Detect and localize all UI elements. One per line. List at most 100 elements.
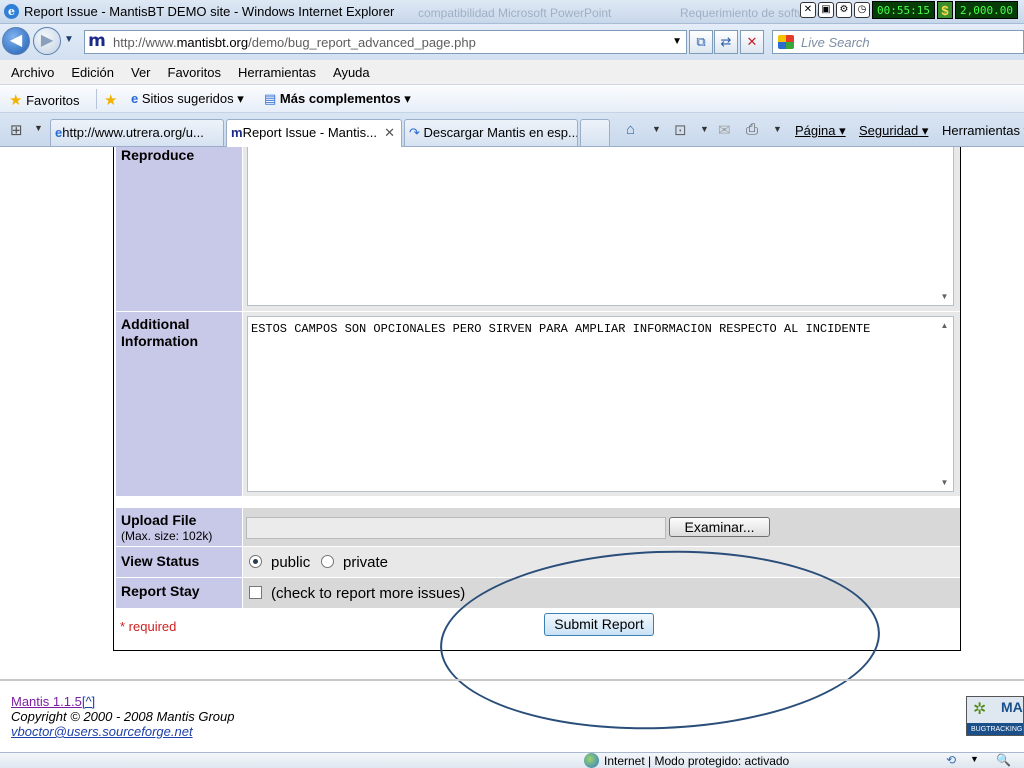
report-stay-checkbox[interactable] xyxy=(249,586,262,599)
quick-tabs-icon[interactable]: ⊞ xyxy=(10,121,23,139)
status-bar: Internet | Modo protegido: activado ⟲ ▼ … xyxy=(0,752,1024,768)
internet-zone-icon xyxy=(584,753,599,768)
menu-favoritos[interactable]: Favoritos xyxy=(168,65,221,80)
additional-scrollbar[interactable]: ▲ ▼ xyxy=(936,317,953,491)
steps-scrollbar[interactable]: ▼ xyxy=(936,147,953,305)
network-icon[interactable]: ▣ xyxy=(818,2,834,18)
address-dropdown-icon[interactable]: ▼ xyxy=(672,36,682,47)
print-dropdown-icon[interactable]: ▼ xyxy=(773,124,782,134)
favorites-button[interactable]: ★ Favoritos xyxy=(9,91,80,109)
star-icon: ★ xyxy=(9,92,23,109)
menu-bar: Archivo Edición Ver Favoritos Herramient… xyxy=(0,60,1024,85)
forward-button[interactable]: ▶ xyxy=(33,27,61,55)
background-window-title: Microsoft PowerPoint xyxy=(498,6,612,20)
upload-row: Upload File (Max. size: 102k) Examinar..… xyxy=(115,508,960,546)
refresh-icon[interactable]: ⇄ xyxy=(714,30,738,54)
protected-mode-icon[interactable]: ⟲ xyxy=(946,753,956,767)
suggested-sites-button[interactable]: e Sitios sugeridos ▾ xyxy=(131,91,244,107)
logo-strip: BUGTRACKING xyxy=(967,723,1023,735)
ie-icon: e xyxy=(4,4,19,19)
additional-textarea[interactable]: ESTOS CAMPOS SON OPCIONALES PERO SIRVEN … xyxy=(247,316,954,492)
home-dropdown-icon[interactable]: ▼ xyxy=(652,124,661,134)
gadget-icon[interactable]: ⚙ xyxy=(836,2,852,18)
tab-row: ⊞ ▼ ehttp://www.utrera.org/u... mReport … xyxy=(0,113,1024,147)
top-link[interactable]: [^] xyxy=(82,694,95,709)
feeds-dropdown-icon[interactable]: ▼ xyxy=(700,124,709,134)
history-dropdown-icon[interactable]: ▼ xyxy=(64,34,74,45)
new-tab-button[interactable] xyxy=(580,119,610,146)
addons-button[interactable]: ▤ Más complementos ▾ xyxy=(264,91,411,107)
copyright-text: Copyright © 2000 - 2008 Mantis Group xyxy=(11,709,235,724)
contact-email-link[interactable]: vboctor@users.sourceforge.net xyxy=(11,724,234,739)
add-favorite-icon[interactable]: ★ xyxy=(104,91,117,109)
feeds-icon[interactable]: ⊡ xyxy=(674,121,687,139)
menu-ayuda[interactable]: Ayuda xyxy=(333,65,370,80)
upload-max-size: (Max. size: 102k) xyxy=(121,529,213,543)
compatibility-view-icon[interactable]: ⧉ xyxy=(689,30,713,54)
menu-archivo[interactable]: Archivo xyxy=(11,65,54,80)
dollar-icon: $ xyxy=(936,1,953,19)
tab-descargar-mantis[interactable]: ↷ Descargar Mantis en esp... xyxy=(404,119,578,146)
browse-button[interactable]: Examinar... xyxy=(669,517,770,537)
stop-icon[interactable]: ✕ xyxy=(740,30,764,54)
menu-herramientas[interactable]: Herramientas xyxy=(238,65,316,80)
report-stay-row: Report Stay (check to report more issues… xyxy=(115,578,960,608)
counter-display: 2,000.00 xyxy=(954,1,1018,19)
tray-widgets: ✕ ▣ ⚙ ◷ 00:55:15 $ 2,000.00 xyxy=(800,1,1018,19)
public-radio[interactable] xyxy=(249,555,262,568)
tab-list-dropdown-icon[interactable]: ▼ xyxy=(34,123,43,133)
close-tab-icon[interactable]: ✕ xyxy=(384,125,395,141)
search-placeholder[interactable]: Live Search xyxy=(801,35,870,50)
footer-divider xyxy=(0,679,1024,681)
menu-edicion[interactable]: Edición xyxy=(71,65,114,80)
address-url[interactable]: http://www.mantisbt.org/demo/bug_report_… xyxy=(113,35,476,50)
tools-menu[interactable]: Herramientas ▾ xyxy=(942,123,1024,139)
page-menu[interactable]: Página ▾ xyxy=(795,123,846,139)
upload-label-cell: Upload File (Max. size: 102k) xyxy=(116,508,242,546)
timer-display: 00:55:15 xyxy=(872,1,935,19)
report-form: Steps To Reproduce ▼ Additional Informat… xyxy=(113,147,961,651)
steps-field: ▼ xyxy=(243,147,960,311)
submit-report-button[interactable]: Submit Report xyxy=(544,613,654,636)
required-note: * required xyxy=(120,619,177,634)
home-icon[interactable]: ⌂ xyxy=(626,121,635,138)
close-circle-icon[interactable]: ✕ xyxy=(800,2,816,18)
print-icon[interactable]: ⎙ xyxy=(746,121,758,138)
address-row: ◀ ▶ ▼ m http://www.mantisbt.org/demo/bug… xyxy=(0,24,1024,60)
view-status-row: View Status public private xyxy=(115,547,960,577)
version-link[interactable]: Mantis 1.1.5 xyxy=(11,694,82,709)
public-label: public xyxy=(271,554,311,571)
private-label: private xyxy=(343,554,389,571)
report-stay-label: Report Stay xyxy=(116,578,242,608)
address-bar[interactable]: m http://www.mantisbt.org/demo/bug_repor… xyxy=(84,30,687,54)
additional-field: ESTOS CAMPOS SON OPCIONALES PERO SIRVEN … xyxy=(243,312,960,496)
zoom-dropdown-icon[interactable]: ▼ xyxy=(970,754,979,764)
back-button[interactable]: ◀ xyxy=(2,27,30,55)
security-menu[interactable]: Seguridad ▾ xyxy=(859,123,928,139)
mail-icon[interactable]: ✉ xyxy=(718,121,731,139)
steps-label: Steps To Reproduce xyxy=(116,147,242,311)
footer: Mantis 1.1.5[^] Copyright © 2000 - 2008 … xyxy=(11,694,234,739)
page-content: Steps To Reproduce ▼ Additional Informat… xyxy=(0,147,1024,752)
tab-report-issue[interactable]: mReport Issue - Mantis... ✕ xyxy=(226,119,402,147)
favorites-bar: ★ Favoritos ★ e Sitios sugeridos ▾ ▤ Más… xyxy=(0,85,1024,113)
steps-textarea[interactable]: ▼ xyxy=(247,147,954,306)
clock-icon[interactable]: ◷ xyxy=(854,2,870,18)
upload-label: Upload File xyxy=(121,512,197,528)
background-window-title: compatibilidad xyxy=(418,6,495,20)
private-radio[interactable] xyxy=(321,555,334,568)
divider xyxy=(96,89,97,109)
security-zone-text: Internet | Modo protegido: activado xyxy=(604,754,790,768)
mantis-logo[interactable]: ✲ MANTIS BUGTRACKING xyxy=(966,696,1024,736)
zoom-level[interactable]: 🔍10 xyxy=(996,753,1024,768)
window-title: Report Issue - MantisBT DEMO site - Wind… xyxy=(24,4,395,19)
search-box[interactable]: Live Search xyxy=(772,30,1024,54)
additional-text: ESTOS CAMPOS SON OPCIONALES PERO SIRVEN … xyxy=(251,322,871,336)
logo-word: MANTIS xyxy=(1001,699,1023,715)
menu-ver[interactable]: Ver xyxy=(131,65,151,80)
file-path-input[interactable] xyxy=(246,517,666,539)
tab-utrera[interactable]: ehttp://www.utrera.org/u... xyxy=(50,119,224,146)
live-search-icon xyxy=(778,35,794,49)
additional-row: Additional Information ESTOS CAMPOS SON … xyxy=(115,312,960,496)
title-bar: e compatibilidad Microsoft PowerPoint Re… xyxy=(0,0,1024,24)
